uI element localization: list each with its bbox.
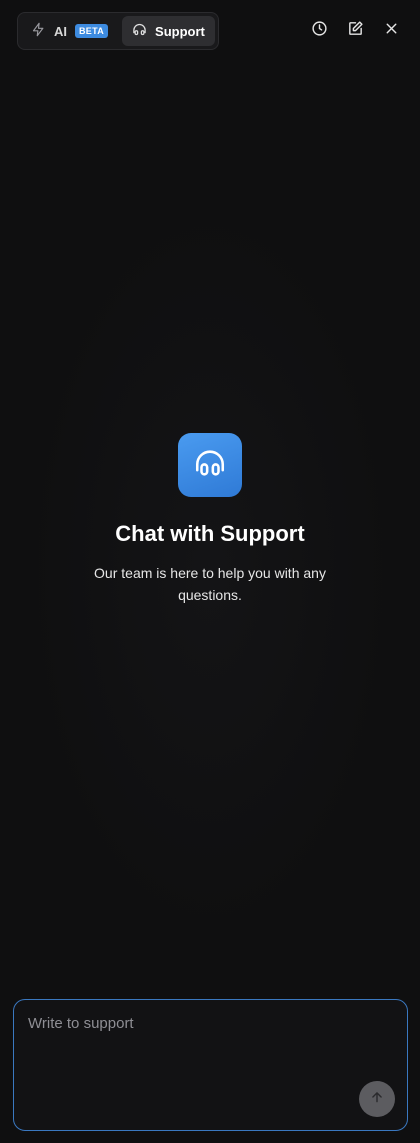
top-bar: AI BETA Support — [17, 12, 408, 50]
close-button[interactable] — [382, 22, 400, 40]
headphones-icon — [193, 446, 227, 485]
support-logo — [178, 433, 242, 497]
empty-state: Chat with Support Our team is here to he… — [0, 433, 420, 606]
new-chat-icon — [347, 20, 364, 42]
header-actions — [310, 20, 408, 42]
tab-ai[interactable]: AI BETA — [21, 16, 118, 46]
support-panel: AI BETA Support Chat with Support Our te… — [0, 0, 420, 1143]
close-icon — [383, 20, 400, 42]
history-icon — [311, 20, 328, 42]
beta-badge: BETA — [75, 24, 109, 38]
tab-switcher: AI BETA Support — [17, 12, 219, 50]
empty-state-subtitle: Our team is here to help you with any qu… — [94, 565, 326, 603]
empty-state-title: Chat with Support — [115, 521, 305, 546]
history-button[interactable] — [310, 20, 328, 42]
message-composer — [13, 999, 408, 1131]
send-button[interactable] — [359, 1081, 395, 1117]
tab-support-label: Support — [155, 23, 205, 39]
message-input[interactable] — [14, 1000, 407, 1130]
new-chat-button[interactable] — [346, 20, 364, 42]
lightning-icon — [31, 22, 46, 40]
tab-support[interactable]: Support — [122, 16, 215, 46]
headphones-icon — [132, 22, 147, 40]
arrow-up-icon — [370, 1090, 384, 1109]
tab-ai-label: AI — [54, 23, 67, 39]
